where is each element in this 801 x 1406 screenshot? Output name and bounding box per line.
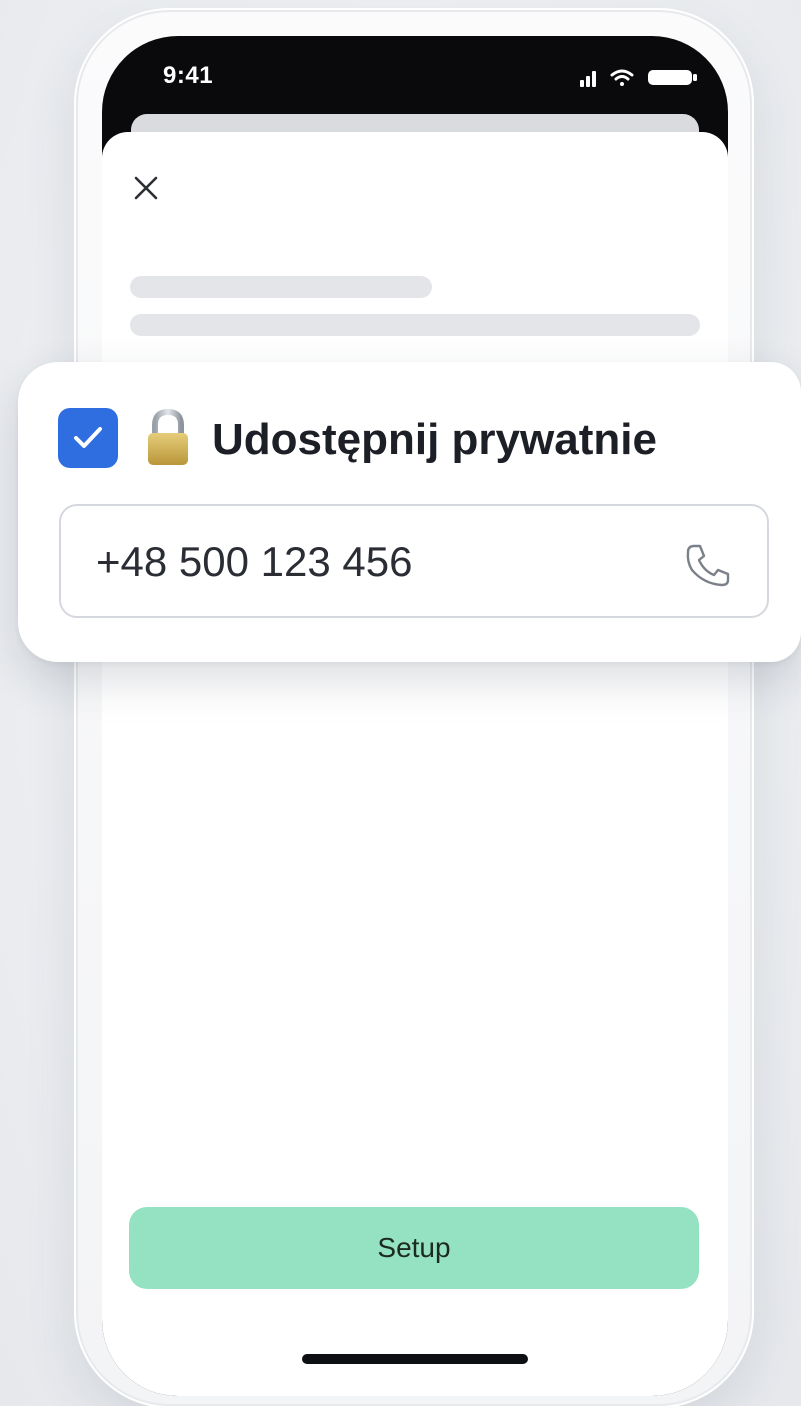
stage: 9:41 Udostępnij prywatnie +48 500 123 45… — [0, 0, 801, 1406]
share-privately-checkbox[interactable] — [58, 408, 118, 468]
wifi-icon — [610, 69, 634, 86]
home-indicator — [302, 1354, 528, 1364]
card-title: Udostępnij prywatnie — [212, 415, 657, 464]
status-icons — [580, 69, 697, 87]
battery-icon — [648, 70, 697, 85]
phone-number-value: +48 500 123 456 — [96, 538, 413, 585]
phone-icon[interactable] — [682, 540, 734, 590]
setup-button[interactable]: Setup — [129, 1207, 699, 1289]
lock-icon — [148, 408, 188, 465]
close-icon[interactable] — [128, 170, 164, 206]
skeleton-line — [130, 314, 700, 336]
checkmark-icon — [74, 427, 102, 448]
signal-icon — [580, 71, 596, 87]
status-time: 9:41 — [163, 62, 214, 89]
skeleton-line — [130, 276, 432, 298]
